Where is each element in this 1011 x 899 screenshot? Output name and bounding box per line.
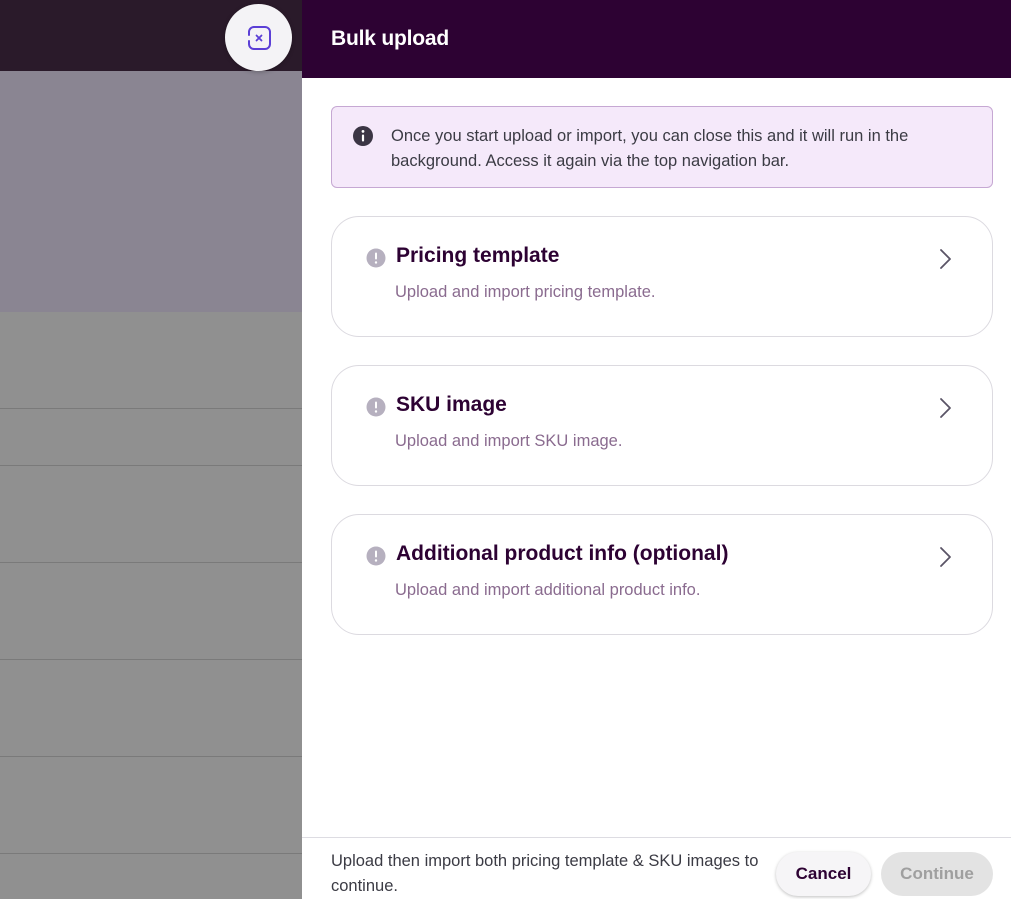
cancel-button[interactable]: Cancel <box>776 852 871 896</box>
card-title: Pricing template <box>396 244 560 267</box>
background-row-divider <box>0 562 302 563</box>
chevron-right-icon <box>940 249 951 269</box>
chevron-right-icon <box>940 398 951 418</box>
background-row-divider <box>0 659 302 660</box>
background-row-divider <box>0 853 302 854</box>
info-message: Once you start upload or import, you can… <box>391 127 909 170</box>
background-row-divider <box>0 756 302 757</box>
footer-hint: Upload then import both pricing template… <box>331 852 759 895</box>
card-subtitle: Upload and import pricing template. <box>395 283 656 301</box>
bulk-upload-drawer: Bulk upload Once you start upload or imp… <box>302 0 1011 899</box>
additional-product-info-card[interactable]: Additional product info (optional) Uploa… <box>331 514 993 635</box>
alert-circle-icon <box>366 546 386 566</box>
continue-button[interactable]: Continue <box>881 852 993 896</box>
card-title: Additional product info (optional) <box>396 542 729 565</box>
chevron-right-icon <box>940 547 951 567</box>
alert-circle-icon <box>366 397 386 417</box>
background-banner <box>0 71 302 312</box>
background-table <box>0 312 302 899</box>
drawer-title: Bulk upload <box>331 27 449 50</box>
alert-circle-icon <box>366 248 386 268</box>
close-drawer-button[interactable] <box>225 4 292 71</box>
sku-image-card[interactable]: SKU image Upload and import SKU image. <box>331 365 993 486</box>
close-drawer-icon <box>247 25 271 50</box>
card-subtitle: Upload and import SKU image. <box>395 432 623 450</box>
background-row-divider <box>0 408 302 409</box>
card-title: SKU image <box>396 393 507 416</box>
info-banner: Once you start upload or import, you can… <box>331 106 993 188</box>
card-subtitle: Upload and import additional product inf… <box>395 581 701 599</box>
drawer-header: Bulk upload <box>302 0 1011 78</box>
drawer-footer: Upload then import both pricing template… <box>302 837 1011 899</box>
background-row-divider <box>0 465 302 466</box>
pricing-template-card[interactable]: Pricing template Upload and import prici… <box>331 216 993 337</box>
info-icon <box>353 126 373 146</box>
